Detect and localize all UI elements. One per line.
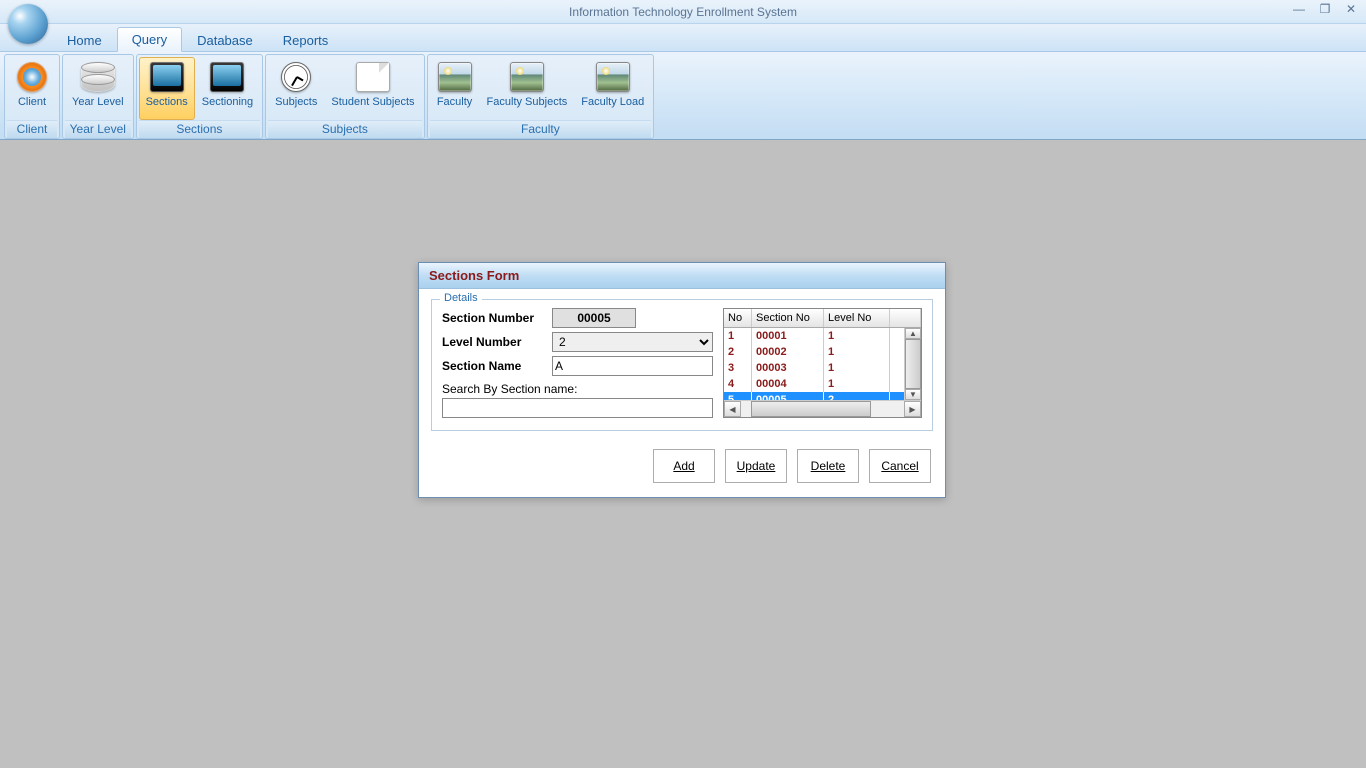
ribbon-group-label: Faculty (430, 120, 652, 138)
maximize-button[interactable]: ❐ (1312, 0, 1338, 18)
add-button[interactable]: Add (653, 449, 715, 483)
window-controls: — ❐ ✕ (1286, 0, 1364, 18)
section-number-value: 00005 (552, 308, 636, 328)
ribbon-item-label: Sections (146, 96, 188, 108)
ribbon-item-label: Faculty Subjects (487, 96, 568, 108)
sections-form-dialog: Sections Form Details Section Number 000… (418, 262, 946, 498)
tab-reports[interactable]: Reports (268, 28, 344, 52)
fieldset-legend: Details (440, 292, 482, 304)
horizontal-scrollbar[interactable]: ◀ ▶ (724, 400, 921, 417)
grid-row[interactable]: 2 00002 1 (724, 344, 921, 360)
details-fieldset: Details Section Number 00005 Level Numbe… (431, 299, 933, 431)
ribbon-group-label: Year Level (65, 120, 131, 138)
grid-body: 1 00001 1 2 00002 1 3 00003 1 (724, 328, 921, 400)
monitor-icon (150, 62, 184, 92)
close-button[interactable]: ✕ (1338, 0, 1364, 18)
ribbon-item-label: Sectioning (202, 96, 253, 108)
lifebuoy-icon (17, 62, 47, 92)
ribbon-group-label: Subjects (268, 120, 421, 138)
grid-header: No Section No Level No (724, 309, 921, 328)
scroll-down-icon[interactable]: ▼ (905, 389, 921, 400)
app-title: Information Technology Enrollment System (569, 5, 797, 19)
ribbon-group-faculty: Faculty Faculty Subjects Faculty Load Fa… (427, 54, 655, 139)
ribbon-group-client: Client Client (4, 54, 60, 139)
delete-button[interactable]: Delete (797, 449, 859, 483)
ribbon-item-label: Student Subjects (331, 96, 414, 108)
ribbon-item-label: Faculty Load (581, 96, 644, 108)
col-header-level-no[interactable]: Level No (824, 309, 890, 327)
ribbon-item-label: Subjects (275, 96, 317, 108)
tab-home[interactable]: Home (52, 28, 117, 52)
dialog-title: Sections Form (419, 263, 945, 289)
ribbon-group-sections: Sections Sectioning Sections (136, 54, 264, 139)
photo-icon (596, 62, 630, 92)
ribbon-item-yearlevel[interactable]: Year Level (65, 57, 131, 120)
vertical-scrollbar[interactable]: ▲ ▼ (904, 328, 921, 400)
ribbon-item-client[interactable]: Client (7, 57, 57, 120)
cancel-button[interactable]: Cancel (869, 449, 931, 483)
scroll-up-icon[interactable]: ▲ (905, 328, 921, 339)
window-titlebar: Information Technology Enrollment System… (0, 0, 1366, 24)
ribbon-item-label: Client (18, 96, 46, 108)
search-input[interactable] (442, 398, 713, 418)
page-icon (356, 62, 390, 92)
section-number-label: Section Number (442, 311, 546, 325)
scroll-thumb[interactable] (905, 339, 921, 389)
tab-database[interactable]: Database (182, 28, 268, 52)
form-column: Section Number 00005 Level Number 2 Sect… (442, 308, 713, 418)
globe-icon (8, 4, 48, 44)
tab-query[interactable]: Query (117, 27, 182, 52)
col-header-no[interactable]: No (724, 309, 752, 327)
clock-icon (281, 62, 311, 92)
update-button[interactable]: Update (725, 449, 787, 483)
dialog-buttons: Add Update Delete Cancel (419, 439, 945, 497)
photo-icon (510, 62, 544, 92)
grid-row[interactable]: 3 00003 1 (724, 360, 921, 376)
menu-tabs: Home Query Database Reports (52, 26, 343, 51)
col-header-section-no[interactable]: Section No (752, 309, 824, 327)
ribbon-group-label: Client (7, 120, 57, 138)
scroll-thumb[interactable] (751, 401, 871, 417)
ribbon-item-subjects[interactable]: Subjects (268, 57, 324, 120)
ribbon-item-faculty-load[interactable]: Faculty Load (574, 57, 651, 120)
ribbon-item-student-subjects[interactable]: Student Subjects (324, 57, 421, 120)
col-header-rest[interactable] (890, 309, 921, 327)
ribbon-item-faculty[interactable]: Faculty (430, 57, 480, 120)
section-name-label: Section Name (442, 359, 546, 373)
search-label: Search By Section name: (442, 382, 713, 396)
grid-row[interactable]: 1 00001 1 (724, 328, 921, 344)
ribbon-group-yearlevel: Year Level Year Level (62, 54, 134, 139)
level-number-select[interactable]: 2 (552, 332, 713, 352)
scroll-left-icon[interactable]: ◀ (724, 401, 741, 417)
scroll-right-icon[interactable]: ▶ (904, 401, 921, 417)
photo-icon (438, 62, 472, 92)
level-number-label: Level Number (442, 335, 546, 349)
ribbon-item-label: Year Level (72, 96, 124, 108)
section-name-input[interactable] (552, 356, 713, 376)
monitor-icon (210, 62, 244, 92)
grid-row-selected[interactable]: 5 00005 2 (724, 392, 921, 400)
ribbon-item-label: Faculty (437, 96, 472, 108)
database-icon (81, 62, 115, 92)
ribbon-group-subjects: Subjects Student Subjects Subjects (265, 54, 424, 139)
minimize-button[interactable]: — (1286, 0, 1312, 18)
header-bar: Home Query Database Reports (0, 24, 1366, 52)
ribbon-group-label: Sections (139, 120, 261, 138)
ribbon-item-sectioning[interactable]: Sectioning (195, 57, 260, 120)
ribbon-item-sections[interactable]: Sections (139, 57, 195, 120)
grid-row[interactable]: 4 00004 1 (724, 376, 921, 392)
ribbon: Client Client Year Level Year Level Sect… (0, 52, 1366, 140)
ribbon-item-faculty-subjects[interactable]: Faculty Subjects (480, 57, 575, 120)
sections-grid: No Section No Level No 1 00001 1 2 00002 (723, 308, 922, 418)
